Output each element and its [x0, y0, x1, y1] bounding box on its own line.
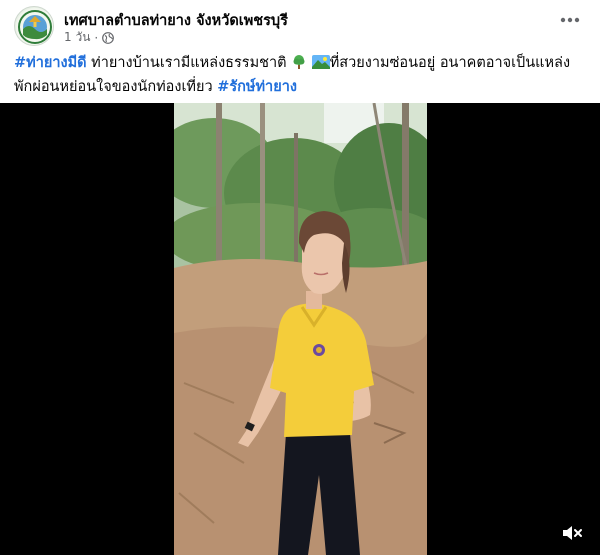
municipality-seal-logo [16, 8, 53, 45]
more-options-button[interactable] [552, 8, 588, 32]
page-avatar[interactable] [14, 6, 54, 46]
caption-text: ท่ายางบ้านเรามีแหล่งธรรมชาติ [86, 55, 292, 71]
post-timestamp[interactable]: 1 วัน [64, 28, 90, 47]
tree-emoji-icon [291, 54, 307, 77]
post-header: เทศบาลตำบลท่ายาง จังหวัดเพชรบุรี 1 วัน · [12, 6, 588, 50]
caption-text: พักผ่อนหย่อนใจของนักท่องเที่ยว [14, 79, 218, 95]
video-still-woman-walking-in-forest [174, 103, 427, 555]
meta-separator: · [94, 30, 99, 45]
facebook-post: เทศบาลตำบลท่ายาง จังหวัดเพชรบุรี 1 วัน ·… [0, 0, 600, 555]
landscape-emoji-icon [311, 54, 330, 77]
video-player[interactable] [0, 103, 600, 555]
more-options-icon [560, 17, 580, 23]
globe-icon [102, 31, 115, 44]
speaker-mute-icon [563, 526, 582, 540]
post-meta: 1 วัน · [64, 28, 115, 47]
caption-text: ที่สวยงามซ่อนอยู่ อนาคตอาจเป็นแหล่ง [329, 55, 571, 71]
video-frame [174, 103, 427, 555]
hashtag-link[interactable]: #รักษ์ท่ายาง [217, 79, 297, 95]
mute-button[interactable] [558, 521, 586, 545]
hashtag-link[interactable]: #ท่ายางมีดี [14, 55, 87, 71]
post-caption: #ท่ายางมีดี ท่ายางบ้านเรามีแหล่งธรรมชาติ… [14, 53, 592, 98]
